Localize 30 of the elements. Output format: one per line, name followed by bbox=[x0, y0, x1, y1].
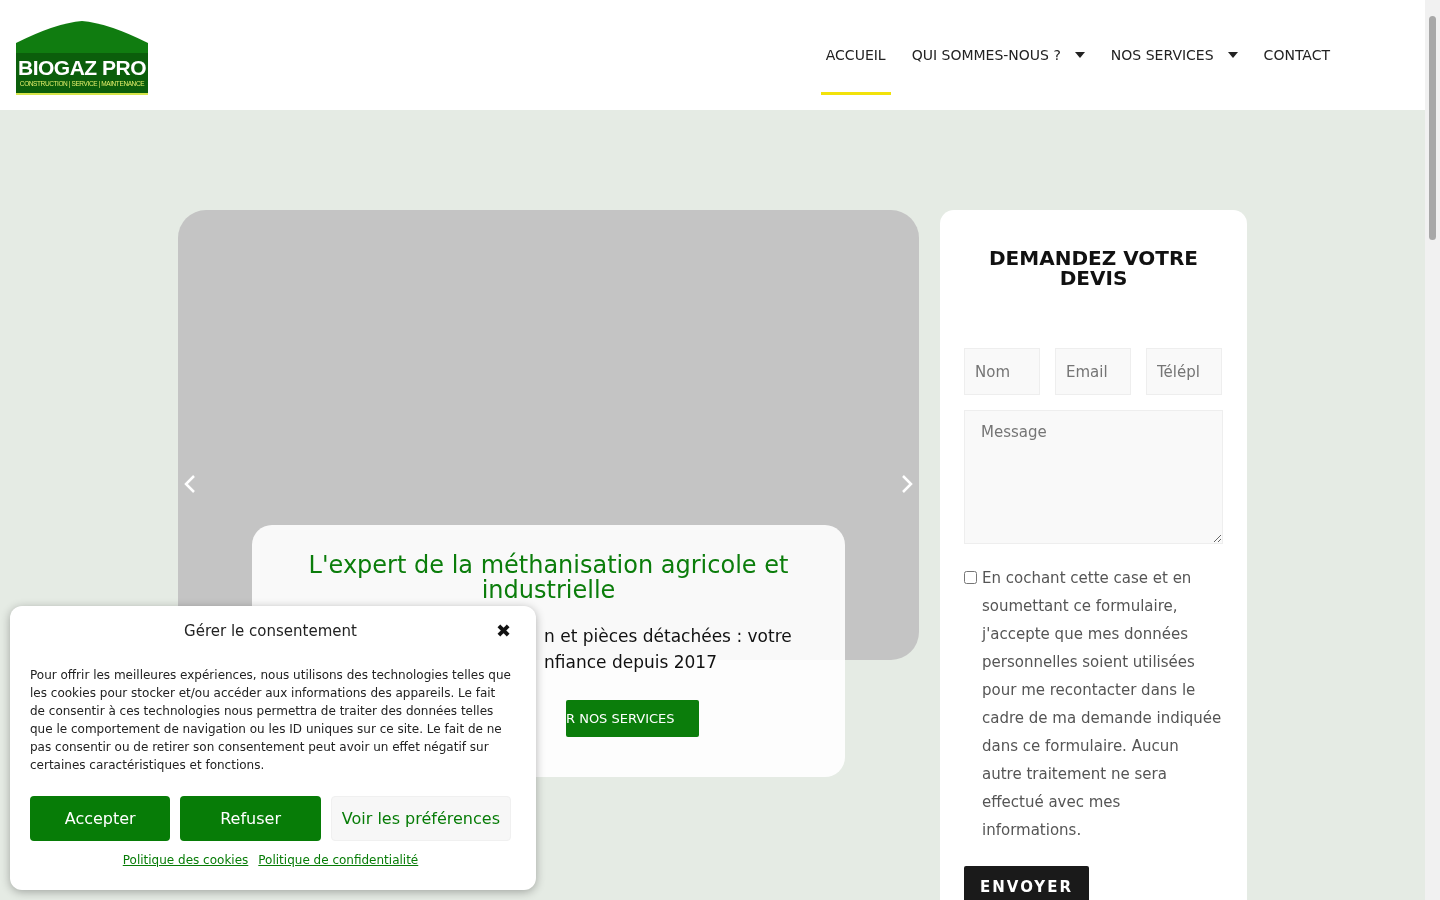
close-button[interactable]: ✖ bbox=[495, 620, 511, 641]
form-title: DEMANDEZ VOTRE DEVIS bbox=[988, 248, 1199, 288]
nav-link[interactable]: QUI SOMMES-NOUS ? bbox=[898, 0, 1098, 110]
message-field[interactable]: Message bbox=[964, 410, 1223, 544]
hero-title: L'expert de la méthanisation agricole et industrielle bbox=[307, 553, 790, 603]
consent-text: En cochant cette case et en soumettant ce formulaire, j'accepte que mes données personnelles soient utilisées pour me recontacter dans le cadre de ma demande indiquée dans ce formulaire. Aucun autre traitement ne sera effectué avec mes informations. bbox=[982, 568, 1223, 841]
submit-button[interactable]: ENVOYER bbox=[964, 866, 1090, 900]
preferences-button[interactable]: Voir les préférences bbox=[330, 796, 511, 841]
logo-title: BIOGAZ PRO bbox=[18, 57, 146, 79]
input-field[interactable]: Email bbox=[1055, 348, 1131, 395]
scrollbar-thumb[interactable] bbox=[1429, 16, 1436, 240]
consent-button[interactable]: Refuser bbox=[180, 796, 321, 841]
policy-link[interactable]: Politique de confidentialité bbox=[258, 853, 419, 867]
nav-link[interactable]: CONTACT bbox=[1250, 0, 1343, 110]
scrollbar[interactable] bbox=[1425, 0, 1440, 900]
input-field[interactable]: Nom bbox=[964, 348, 1040, 395]
chevron-left-icon[interactable] bbox=[184, 474, 196, 494]
hero-subtitle: nfiance depuis 2017 bbox=[544, 651, 718, 674]
consent-button[interactable]: Accepter bbox=[30, 796, 171, 841]
nav-link[interactable]: ACCUEIL bbox=[812, 0, 899, 110]
hero-subtitle: n et pièces détachées : votre bbox=[544, 625, 792, 648]
consent-description: Pour offrir les meilleures expériences, nous utilisons des technologies telles que les cookies pour stocker et/ou accéder aux informations des appareils. Le fait de consentir à ces technologies nous permettra de traiter des données telles que le comportement de navigation ou les ID uniques sur ce site. Le fait de ne pas consentir ou de retirer son consentement peut avoir un effet négatif sur certaines caractéristiques et fonctions. bbox=[30, 667, 511, 774]
policy-link[interactable]: Politique des cookies bbox=[122, 853, 249, 867]
dialog-title: Gérer le consentement bbox=[184, 622, 357, 640]
services-button[interactable]: R NOS SERVICES bbox=[566, 700, 699, 737]
chevron-right-icon[interactable] bbox=[901, 474, 913, 494]
consent-checkbox[interactable] bbox=[964, 571, 977, 584]
nav-link[interactable]: NOS SERVICES bbox=[1097, 0, 1251, 110]
logo-dome-icon bbox=[16, 21, 148, 53]
input-field[interactable]: Télépl bbox=[1146, 348, 1222, 395]
